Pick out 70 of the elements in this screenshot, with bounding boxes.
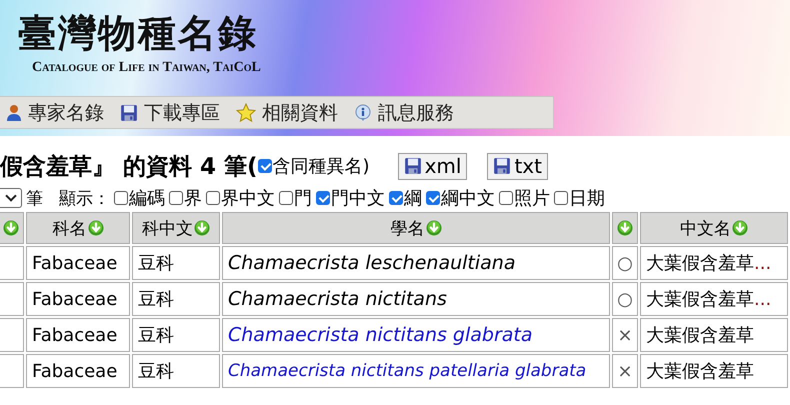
name-link[interactable]: Chamaecrista nictitans patellaria glabrata (222, 354, 610, 388)
table-cell: 大葉假含羞草 (640, 318, 788, 352)
table-cell: 豆科 (132, 318, 220, 352)
sort-arrow-icon[interactable] (194, 220, 210, 236)
table-cell (0, 282, 24, 316)
column-header[interactable]: 科中文 (132, 212, 220, 244)
table-cell: 豆科 (132, 282, 220, 316)
table-cell: 豆科 (132, 246, 220, 280)
table-cell: Fabaceae (26, 246, 130, 280)
logo-subtitle: Catalogue of Life in Taiwan, TaiCoL (32, 60, 262, 76)
checkbox[interactable] (206, 191, 220, 205)
star-icon (236, 102, 256, 122)
page-size-select[interactable] (0, 188, 22, 208)
field-checkbox[interactable]: 界中文 (206, 186, 275, 210)
field-checkbox[interactable]: 綱中文 (426, 186, 495, 210)
table-cell: × (612, 318, 638, 352)
menu-item[interactable]: 下載專區 (120, 100, 220, 126)
table-cell: Chamaecrista nictitans (222, 282, 610, 316)
table-cell: 大葉假含羞草... (640, 282, 788, 316)
column-header[interactable]: 科名 (26, 212, 130, 244)
checkbox[interactable] (499, 191, 513, 205)
table-cell: 大葉假含羞草 (640, 354, 788, 388)
name-link[interactable]: Chamaecrista nictitans glabrata (222, 318, 610, 352)
person-icon (6, 104, 22, 122)
logo-title[interactable]: 臺灣物種名錄 (18, 6, 790, 60)
table-cell: Chamaecrista leschenaultiana (222, 246, 610, 280)
checkbox[interactable] (169, 191, 183, 205)
info-icon (354, 104, 372, 122)
checkbox[interactable] (389, 191, 403, 205)
menu-item[interactable]: 專家名錄 (6, 100, 104, 126)
column-header[interactable] (0, 212, 24, 244)
synonym-checkbox[interactable]: 含同種異名) (258, 154, 370, 178)
table-cell: Fabaceae (26, 318, 130, 352)
display-label: 顯示： (59, 188, 110, 210)
table-cell: Fabaceae (26, 282, 130, 316)
page-size-label: 筆 (26, 188, 43, 210)
export-button[interactable]: xml (398, 152, 468, 180)
checkbox[interactable] (316, 191, 330, 205)
column-header[interactable]: 中文名 (640, 212, 788, 244)
sort-arrow-icon[interactable] (732, 220, 748, 236)
export-button[interactable]: txt (487, 152, 548, 180)
table-cell (0, 354, 24, 388)
checkbox[interactable] (258, 159, 272, 173)
column-header[interactable]: 學名 (222, 212, 610, 244)
table-cell: 大葉假含羞草... (640, 246, 788, 280)
table-cell (0, 246, 24, 280)
field-checkbox[interactable]: 界 (169, 186, 202, 210)
field-checkbox[interactable]: 照片 (499, 186, 550, 210)
sort-arrow-icon[interactable] (88, 220, 104, 236)
table-cell: 豆科 (132, 354, 220, 388)
menu-item[interactable]: 訊息服務 (354, 100, 454, 126)
field-checkbox[interactable]: 門 (279, 186, 312, 210)
field-checkbox[interactable]: 編碼 (114, 186, 165, 210)
field-checkbox[interactable]: 門中文 (316, 186, 385, 210)
sort-arrow-icon[interactable] (426, 220, 442, 236)
table-cell: × (612, 354, 638, 388)
column-header[interactable] (612, 212, 638, 244)
sort-arrow-icon[interactable] (3, 220, 19, 236)
table-cell (0, 318, 24, 352)
checkbox[interactable] (554, 191, 568, 205)
field-checkbox[interactable]: 日期 (554, 186, 605, 210)
field-checkbox[interactable]: 綱 (389, 186, 422, 210)
table-cell: ○ (612, 246, 638, 280)
checkbox[interactable] (426, 191, 440, 205)
checkbox[interactable] (279, 191, 293, 205)
checkbox[interactable] (114, 191, 128, 205)
sort-arrow-icon[interactable] (617, 220, 633, 236)
table-cell: Fabaceae (26, 354, 130, 388)
table-cell: ○ (612, 282, 638, 316)
menu-item[interactable]: 相關資料 (236, 100, 338, 126)
